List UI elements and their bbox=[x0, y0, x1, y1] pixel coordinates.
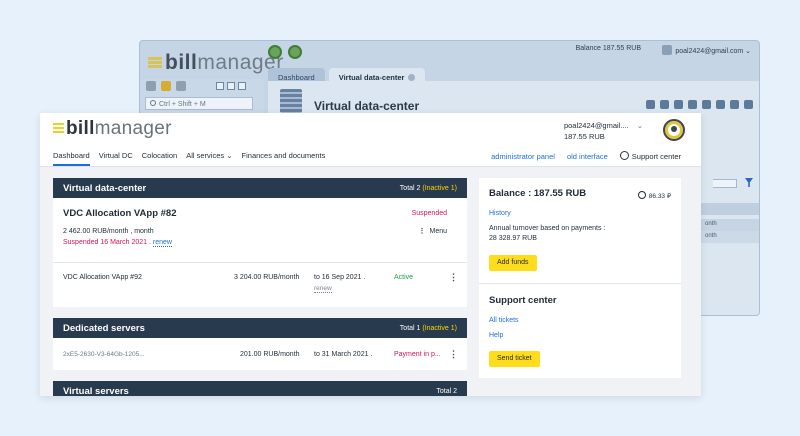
datacenter-icon bbox=[280, 89, 302, 113]
new-interface-window: billmanager poal2424@gmail.... ⌄ 187.55 R… bbox=[40, 113, 701, 396]
support-title: Support center bbox=[489, 295, 557, 306]
chevron-down-icon: ⌄ bbox=[226, 151, 233, 160]
old-sidebar-tree-controls bbox=[216, 82, 246, 90]
nav-all-services[interactable]: All services ⌄ bbox=[186, 151, 232, 166]
avatar[interactable] bbox=[663, 119, 685, 141]
old-sync-icon[interactable] bbox=[288, 45, 302, 59]
vdc-card: Virtual data-center Total 2 (Inactive 1)… bbox=[53, 178, 467, 307]
old-logo: billmanager bbox=[148, 51, 284, 75]
vapp82-status: Suspended bbox=[411, 210, 447, 217]
document-icon[interactable] bbox=[702, 100, 711, 109]
balance-small: 86.33 ₽ bbox=[637, 191, 671, 200]
vapp92-status: Active bbox=[394, 274, 414, 281]
add-funds-button[interactable]: Add funds bbox=[489, 255, 537, 271]
divider bbox=[53, 262, 467, 263]
lifebuoy-icon bbox=[619, 151, 629, 160]
old-page-title: Virtual data-center bbox=[314, 99, 420, 113]
support-center-link[interactable]: Support center bbox=[619, 151, 681, 161]
old-search-input[interactable]: Ctrl + Shift + M bbox=[145, 97, 253, 110]
star-icon[interactable] bbox=[660, 100, 669, 109]
vapp92-renew-link[interactable]: renew bbox=[314, 285, 332, 293]
list-icon[interactable] bbox=[146, 81, 156, 91]
logo[interactable]: billmanager bbox=[53, 118, 172, 140]
admin-panel-link[interactable]: administrator panel bbox=[491, 152, 555, 161]
dedicated-card-total: Total 1 (Inactive 1) bbox=[399, 324, 457, 332]
logo-bars-icon bbox=[53, 123, 64, 133]
print-icon[interactable] bbox=[730, 100, 739, 109]
star-icon[interactable] bbox=[161, 81, 171, 91]
old-toolbar bbox=[646, 100, 753, 109]
balance-title: Balance : 187.55 RUB bbox=[489, 188, 587, 199]
user-icon bbox=[662, 45, 673, 55]
dedicated-server-price: 201.00 RUB/month bbox=[240, 351, 300, 358]
user-balance: 187.55 RUB bbox=[563, 132, 605, 141]
briefcase-icon[interactable] bbox=[176, 81, 186, 91]
dedicated-kebab-icon[interactable]: ⋮ bbox=[449, 349, 458, 360]
close-tab-icon[interactable] bbox=[408, 74, 416, 81]
filter-icon[interactable] bbox=[745, 178, 753, 187]
virtual-servers-card-header[interactable]: Virtual servers Total 2 bbox=[53, 381, 467, 396]
vdc-card-total: Total 2 (Inactive 1) bbox=[399, 184, 457, 192]
send-ticket-button[interactable]: Send ticket bbox=[489, 351, 540, 367]
dedicated-card-title: Dedicated servers bbox=[63, 322, 145, 334]
dedicated-card: Dedicated servers Total 1 (Inactive 1) 2… bbox=[53, 318, 467, 370]
logo-bars-icon bbox=[148, 57, 162, 68]
old-interface-link[interactable]: old interface bbox=[567, 152, 608, 161]
virtual-servers-card-total: Total 2 bbox=[436, 387, 457, 395]
pin-icon[interactable] bbox=[674, 100, 683, 109]
vapp92-till: to 16 Sep 2021 . bbox=[314, 274, 366, 281]
all-tickets-link[interactable]: All tickets bbox=[489, 317, 519, 324]
old-balance: Balance 187.55 RUB bbox=[575, 45, 641, 52]
virtual-servers-card: Virtual servers Total 2 bbox=[53, 381, 467, 396]
turnover-value: 28 328.97 RUB bbox=[489, 235, 537, 242]
search-icon bbox=[150, 100, 156, 106]
vdc-card-title: Virtual data-center bbox=[63, 182, 147, 194]
main-nav: Dashboard Virtual DC Colocation All serv… bbox=[53, 151, 334, 166]
user-menu[interactable]: poal2424@gmail.... ⌄ 187.55 RUB bbox=[564, 120, 643, 142]
vapp92-price: 3 204.00 RUB/month bbox=[234, 274, 300, 281]
dedicated-server-status: Payment in p... bbox=[394, 351, 441, 358]
history-link[interactable]: History bbox=[489, 210, 511, 217]
header-links: administrator panel old interface Suppor… bbox=[491, 151, 681, 161]
old-filter-field[interactable] bbox=[713, 179, 737, 188]
vdc-card-header[interactable]: Virtual data-center Total 2 (Inactive 1) bbox=[53, 178, 467, 198]
pin-icon[interactable] bbox=[238, 82, 246, 90]
kebab-icon: ⋮ bbox=[418, 228, 426, 235]
vapp92-kebab-icon[interactable]: ⋮ bbox=[449, 272, 458, 283]
export-icon[interactable] bbox=[744, 100, 753, 109]
report-icon[interactable] bbox=[716, 100, 725, 109]
globe-icon[interactable] bbox=[688, 100, 697, 109]
virtual-servers-card-title: Virtual servers bbox=[63, 385, 129, 397]
coin-icon bbox=[637, 191, 646, 199]
vapp82-suspended: Suspended 16 March 2021 . renew bbox=[63, 239, 172, 247]
nav-finances[interactable]: Finances and documents bbox=[242, 151, 326, 166]
vapp82-menu-button[interactable]: ⋮ Menu bbox=[418, 227, 447, 235]
expand-icon[interactable] bbox=[216, 82, 224, 90]
vapp92-name[interactable]: VDC Allocation VApp #92 bbox=[63, 274, 142, 281]
vapp82-renew-link[interactable]: renew bbox=[152, 239, 172, 247]
old-refresh-icon[interactable] bbox=[268, 45, 282, 59]
vapp82-title[interactable]: VDC Allocation VApp #82 bbox=[63, 208, 177, 219]
balance-card: Balance : 187.55 RUB 86.33 ₽ History Ann… bbox=[479, 178, 681, 378]
header: billmanager poal2424@gmail.... ⌄ 187.55 R… bbox=[40, 113, 701, 167]
dedicated-server-till: to 31 March 2021 . bbox=[314, 351, 373, 358]
refresh-icon[interactable] bbox=[646, 100, 655, 109]
help-link[interactable]: Help bbox=[489, 332, 503, 339]
collapse-icon[interactable] bbox=[227, 82, 235, 90]
nav-virtual-dc[interactable]: Virtual DC bbox=[99, 151, 133, 166]
old-table-row[interactable]: onth bbox=[701, 231, 759, 243]
old-user-menu[interactable]: poal2424@gmail.com ⌄ bbox=[662, 45, 751, 55]
dedicated-server-id[interactable]: 2xE5-2630-V3-64Gb-1205... bbox=[63, 351, 145, 358]
old-sidebar-icons bbox=[146, 81, 186, 91]
turnover-label: Annual turnover based on payments : bbox=[489, 225, 606, 232]
divider bbox=[479, 283, 681, 284]
chevron-down-icon: ⌄ bbox=[636, 121, 643, 130]
old-top-icons bbox=[268, 45, 302, 59]
dedicated-card-header[interactable]: Dedicated servers Total 1 (Inactive 1) bbox=[53, 318, 467, 338]
nav-dashboard[interactable]: Dashboard bbox=[53, 151, 90, 166]
old-table-row[interactable]: onth bbox=[701, 219, 759, 231]
old-table-header bbox=[701, 203, 759, 215]
nav-colocation[interactable]: Colocation bbox=[142, 151, 177, 166]
vapp82-price: 2 462.00 RUB/month , month bbox=[63, 228, 154, 235]
